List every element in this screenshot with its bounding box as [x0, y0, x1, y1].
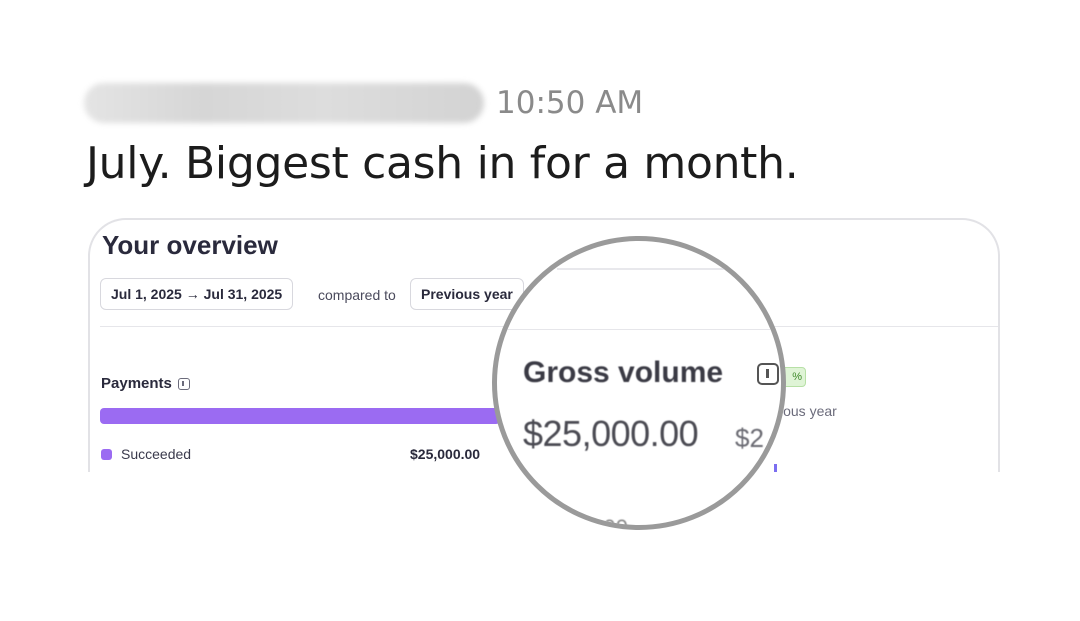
comparison-label: Previous year — [421, 286, 513, 302]
magnifier-zoom: Gross volume $25,000.00 $2 0.00 — [492, 236, 786, 530]
zoom-top-rule — [557, 268, 727, 270]
gross-volume-title: Gross volume — [523, 356, 724, 389]
chart-mark — [774, 464, 777, 472]
succeeded-swatch-icon — [101, 448, 112, 460]
overview-title: Your overview — [102, 230, 278, 260]
succeeded-value: $25,000.00 — [410, 446, 481, 462]
date-range-picker[interactable]: Jul 1, 2025 → Jul 31, 2025 — [100, 278, 294, 310]
message-timestamp: 10:50 AM — [496, 85, 644, 121]
gross-volume-value: $25,000.00 — [523, 413, 699, 454]
message-text: July. Biggest cash in for a month. — [86, 138, 799, 189]
zoom-bottom-fragment: 0.00 — [585, 515, 628, 530]
payments-label: Payments — [101, 375, 172, 392]
info-icon[interactable] — [177, 377, 190, 390]
zoom-divider — [497, 329, 781, 330]
payments-legend: Succeeded — [101, 446, 191, 462]
previous-year-label: ious year — [780, 403, 837, 419]
compared-to-label: compared to — [318, 287, 396, 303]
gross-volume-info-icon[interactable] — [757, 363, 779, 385]
comparison-select[interactable]: Previous year — [410, 278, 524, 310]
date-range-label: Jul 1, 2025 → Jul 31, 2025 — [111, 286, 283, 302]
gross-volume-compare-value: $2 — [735, 423, 764, 453]
message-header: 10:50 AM — [84, 82, 643, 124]
redacted-sender-name — [84, 83, 484, 123]
payments-bar — [100, 408, 500, 424]
payments-heading: Payments — [101, 375, 190, 392]
succeeded-label: Succeeded — [121, 446, 192, 462]
